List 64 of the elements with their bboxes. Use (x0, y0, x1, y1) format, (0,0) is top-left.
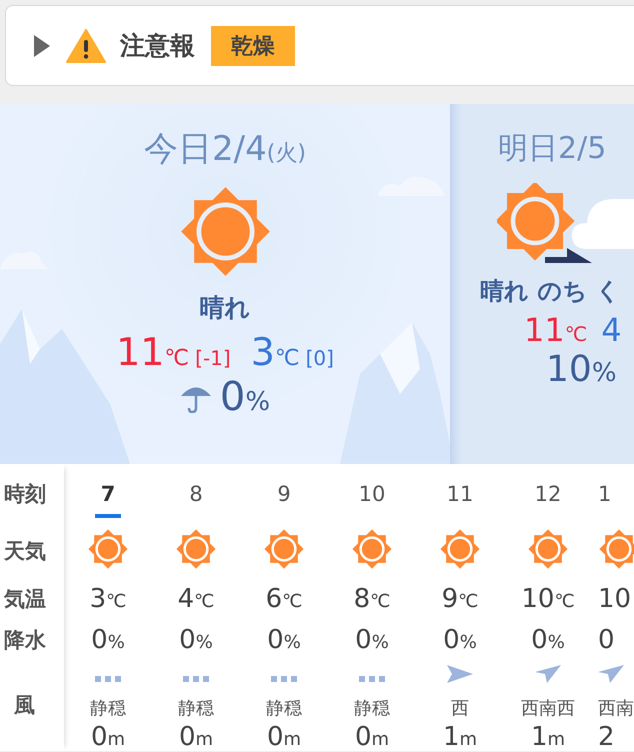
calm-wind-icon (271, 676, 297, 682)
wind-speed: 0m (90, 722, 126, 751)
wind-direction: 静穏 (90, 698, 126, 719)
hour-temp: 10 (598, 584, 632, 614)
wind-speed: 1m (530, 722, 566, 751)
hour-temp: 10℃ (521, 584, 575, 614)
low-temp-diff: [0] (306, 346, 334, 370)
high-temp: 11℃ (524, 311, 588, 349)
hour-tab[interactable]: 8 (183, 478, 209, 518)
hour-tab[interactable]: 12 (528, 478, 568, 518)
caret-icon[interactable] (34, 34, 50, 56)
hour-temp: 9℃ (442, 584, 478, 614)
hour-precip: 0% (531, 625, 565, 655)
row-label: 気温 (2, 586, 47, 613)
high-temp: 11℃ (116, 330, 190, 374)
advisory-title: 注意報 (120, 30, 195, 62)
high-temp-diff: [-1] (195, 346, 231, 370)
hour-precip: 0% (355, 625, 389, 655)
row-label: 天気 (2, 538, 47, 564)
hour-tab[interactable]: 7 (94, 478, 122, 518)
hour-precip: 0% (91, 625, 125, 655)
wind-direction: 西 (451, 698, 469, 719)
hour-tab[interactable]: 9 (271, 478, 297, 518)
hour-temp: 4℃ (178, 584, 214, 614)
wind-arrow-icon (535, 665, 561, 683)
hour-temp: 6℃ (266, 584, 302, 614)
day-title: 明日2/5 (498, 130, 606, 168)
wind-direction: 静穏 (266, 698, 302, 719)
hour-tab[interactable]: 1 (598, 478, 612, 518)
row-label: 降水 (3, 627, 47, 654)
wind-speed: 0m (178, 722, 214, 751)
row-label: 風 (12, 692, 36, 719)
precip-chance: 0% (220, 374, 270, 420)
calm-wind-icon (95, 676, 121, 682)
hour-tab[interactable]: 10 (352, 478, 392, 518)
advisory-card[interactable]: 注意報 乾燥 (5, 5, 634, 86)
wind-direction: 西南 (598, 698, 634, 719)
wind-arrow-icon (447, 665, 473, 683)
hour-temp: 3℃ (90, 584, 126, 614)
row-label: 時刻 (3, 481, 47, 508)
wind-direction: 静穏 (354, 698, 390, 719)
low-temp: 4 (601, 311, 622, 349)
hour-precip: 0% (179, 625, 213, 655)
hour-tab[interactable]: 11 (440, 478, 480, 518)
calm-wind-icon (359, 676, 385, 682)
wind-speed: 0m (354, 722, 390, 751)
wind-speed: 2 (598, 722, 615, 751)
wind-direction: 静穏 (178, 698, 214, 719)
weather-label: 晴れ のち く (480, 276, 621, 307)
wind-direction: 西南西 (521, 698, 575, 719)
wind-speed: 0m (266, 722, 302, 751)
hour-precip: 0% (267, 625, 301, 655)
hour-temp: 8℃ (354, 584, 390, 614)
wind-arrow-icon (598, 665, 624, 683)
precip-chance: 10% (546, 349, 617, 390)
day-title: 今日2/4(火) (144, 128, 306, 171)
calm-wind-icon (183, 676, 209, 682)
hour-precip: 0% (443, 625, 477, 655)
low-temp: 3℃ (250, 330, 300, 374)
warning-icon (66, 28, 106, 62)
hour-precip: 0 (598, 625, 615, 655)
weather-label: 晴れ (200, 292, 250, 324)
wind-speed: 1m (442, 722, 478, 751)
advisory-tag: 乾燥 (211, 26, 295, 66)
